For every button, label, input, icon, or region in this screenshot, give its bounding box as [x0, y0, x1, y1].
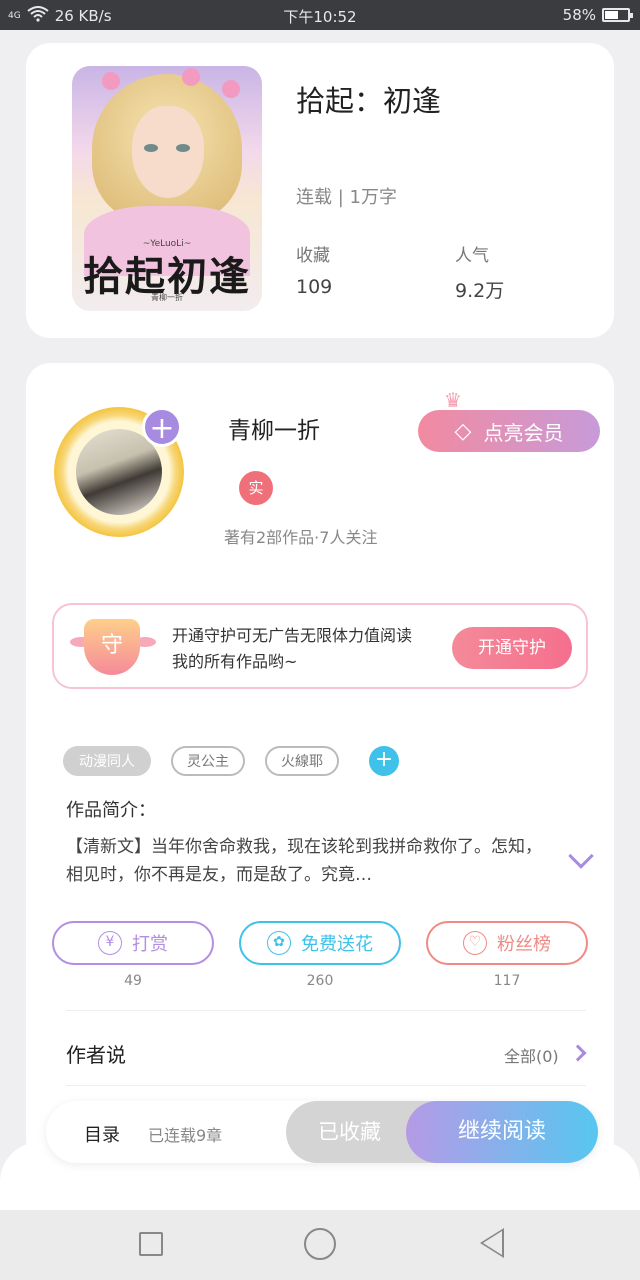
recent-apps-icon[interactable] — [139, 1232, 163, 1256]
cover-art-eye — [176, 144, 190, 152]
status-bar: 4G 26 KB/s 下午10:52 58% — [0, 0, 640, 30]
author-says-title: 作者说 — [66, 1043, 126, 1067]
expand-chevron-icon[interactable] — [568, 843, 594, 869]
crown-icon: ♛ — [444, 388, 462, 412]
cover-art-flower — [222, 80, 240, 98]
author-meta: 著有2部作品·7人关注 — [224, 528, 378, 547]
chapter-count: 已连载9章 — [148, 1126, 223, 1145]
book-info-card: ~YeLuoLi~ 拾起初逢 青柳一折 拾起：初逢 连载 | 1万字 收藏 10… — [26, 43, 614, 338]
system-nav-bar — [0, 1210, 640, 1280]
follow-plus-icon[interactable]: + — [142, 407, 182, 447]
chevron-right-icon[interactable] — [569, 1044, 587, 1062]
reward-button[interactable]: ¥ 打赏 — [52, 921, 214, 965]
cover-art-flower — [102, 72, 120, 90]
divider — [66, 1085, 586, 1086]
author-avatar[interactable]: + — [54, 407, 184, 537]
table-of-contents-button[interactable]: 目录 — [84, 1121, 120, 1147]
popularity-count: 9.2万 — [455, 280, 505, 302]
add-tag-icon[interactable]: + — [369, 746, 399, 776]
tag[interactable]: 灵公主 — [171, 746, 245, 776]
send-flower-button[interactable]: ✿ 免费送花 — [239, 921, 401, 965]
battery-icon — [602, 8, 633, 22]
cover-logo-author: 青柳一折 — [151, 293, 183, 302]
divider — [66, 1010, 586, 1011]
cover-art-eye — [144, 144, 158, 152]
cover-art-face — [132, 106, 204, 198]
guard-description: 开通守护可无广告无限体力值阅读我的所有作品哟~ — [172, 626, 413, 671]
flower-count: 260 — [306, 973, 334, 989]
book-status: 连载 | 1万字 — [296, 187, 397, 208]
fan-count: 117 — [493, 973, 521, 989]
verified-badge: 实 — [239, 471, 273, 505]
reward-label: 打赏 — [132, 934, 168, 955]
intro-label: 作品简介： — [66, 800, 156, 821]
author-says-all-link[interactable]: 全部(0) — [504, 1043, 559, 1067]
favorites-label: 收藏 — [296, 246, 330, 266]
reward-count: 49 — [124, 973, 142, 989]
tag-list: 动漫同人 灵公主 火線耶 + — [63, 746, 399, 776]
continue-reading-button[interactable]: 继续阅读 — [406, 1101, 598, 1163]
intro-text: 【清新文】当年你舍命救我，现在该轮到我拼命救你了。怎知，相见时，你不再是友，而是… — [66, 837, 542, 885]
guard-banner: 守 开通守护可无广告无限体力值阅读我的所有作品哟~ 开通守护 — [52, 603, 588, 689]
author-card: + 青柳一折 实 著有2部作品·7人关注 ♛ ◇ 点亮会员 守 开通守护可无广告… — [26, 363, 614, 1163]
user-heart-icon: ♡ — [463, 931, 487, 955]
vip-button-label: 点亮会员 — [483, 420, 564, 445]
favorites-count: 109 — [296, 276, 333, 298]
tag[interactable]: 火線耶 — [265, 746, 339, 776]
battery-fill — [605, 11, 618, 19]
flower-icon: ✿ — [267, 931, 291, 955]
fan-ranking-button[interactable]: ♡ 粉丝榜 — [426, 921, 588, 965]
book-title: 拾起：初逢 — [296, 84, 442, 118]
reading-action-bar: 目录 已连载9章 已收藏 继续阅读 — [46, 1101, 598, 1163]
popularity-label: 人气 — [455, 246, 489, 266]
vip-button[interactable]: ♛ ◇ 点亮会员 — [418, 388, 600, 452]
send-flower-label: 免费送花 — [301, 934, 373, 955]
cover-art-flower — [182, 68, 200, 86]
guard-shield-icon: 守 — [84, 619, 140, 675]
back-icon[interactable] — [480, 1228, 504, 1258]
yen-icon: ¥ — [98, 931, 122, 955]
book-cover[interactable]: ~YeLuoLi~ 拾起初逢 青柳一折 — [72, 66, 262, 311]
tag[interactable]: 动漫同人 — [63, 746, 151, 776]
home-icon[interactable] — [304, 1228, 336, 1260]
fan-ranking-label: 粉丝榜 — [497, 934, 551, 955]
diamond-icon: ◇ — [454, 418, 472, 444]
clock: 下午10:52 — [283, 8, 357, 26]
author-name[interactable]: 青柳一折 — [228, 411, 320, 445]
battery-percent: 58% — [562, 6, 596, 24]
open-guard-button[interactable]: 开通守护 — [452, 627, 572, 669]
